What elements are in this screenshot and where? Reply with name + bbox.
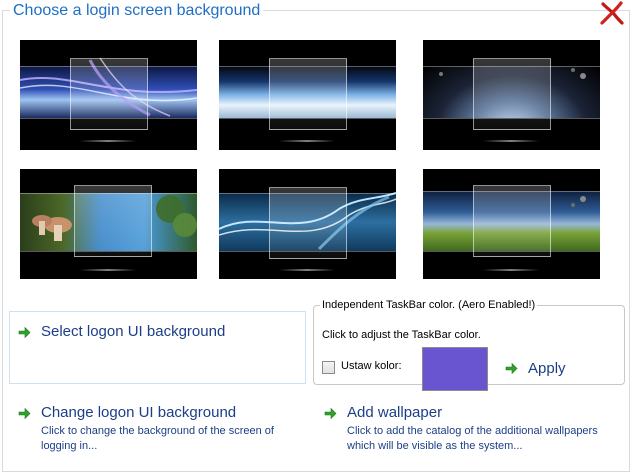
taskbar-description: Click to adjust the TaskBar color. [322, 329, 481, 341]
ustaw-kolor-label: Ustaw kolor: [341, 360, 402, 372]
thumb-planet-space[interactable] [423, 40, 600, 150]
add-wallpaper-button[interactable]: Add wallpaper Click to add the catalog o… [324, 404, 614, 454]
select-logon-panel [9, 311, 306, 384]
select-logon-button[interactable]: Select logon UI background [18, 323, 225, 341]
apply-label: Apply [528, 360, 566, 377]
thumb-aurora-rays[interactable] [20, 40, 197, 150]
select-logon-label: Select logon UI background [41, 323, 226, 340]
add-wallpaper-label: Add wallpaper [347, 404, 443, 421]
thumb-grass-field[interactable] [423, 169, 600, 279]
arrow-right-icon [324, 407, 337, 420]
thumb-blue-waves[interactable] [219, 169, 396, 279]
ustaw-kolor-checkbox[interactable] [322, 361, 335, 374]
close-icon[interactable] [598, 0, 626, 26]
taskbar-legend: Independent TaskBar color. (Aero Enabled… [322, 299, 536, 311]
arrow-right-icon [18, 326, 31, 339]
change-logon-description: Click to change the background of the sc… [41, 425, 274, 452]
arrow-right-icon [18, 407, 31, 420]
apply-button[interactable]: Apply [505, 360, 566, 377]
change-logon-button[interactable]: Change logon UI background Click to chan… [18, 404, 308, 454]
taskbar-color-group: Independent TaskBar color. (Aero Enabled… [313, 299, 625, 391]
change-logon-label: Change logon UI background [41, 404, 237, 421]
thumb-mushrooms[interactable] [20, 169, 197, 279]
taskbar-color-swatch[interactable] [422, 347, 488, 391]
dialog-title: Choose a login screen background [10, 2, 264, 20]
add-wallpaper-description: Click to add the catalog of the addition… [347, 425, 598, 452]
thumb-clouds[interactable] [219, 40, 396, 150]
arrow-right-icon [505, 362, 518, 375]
